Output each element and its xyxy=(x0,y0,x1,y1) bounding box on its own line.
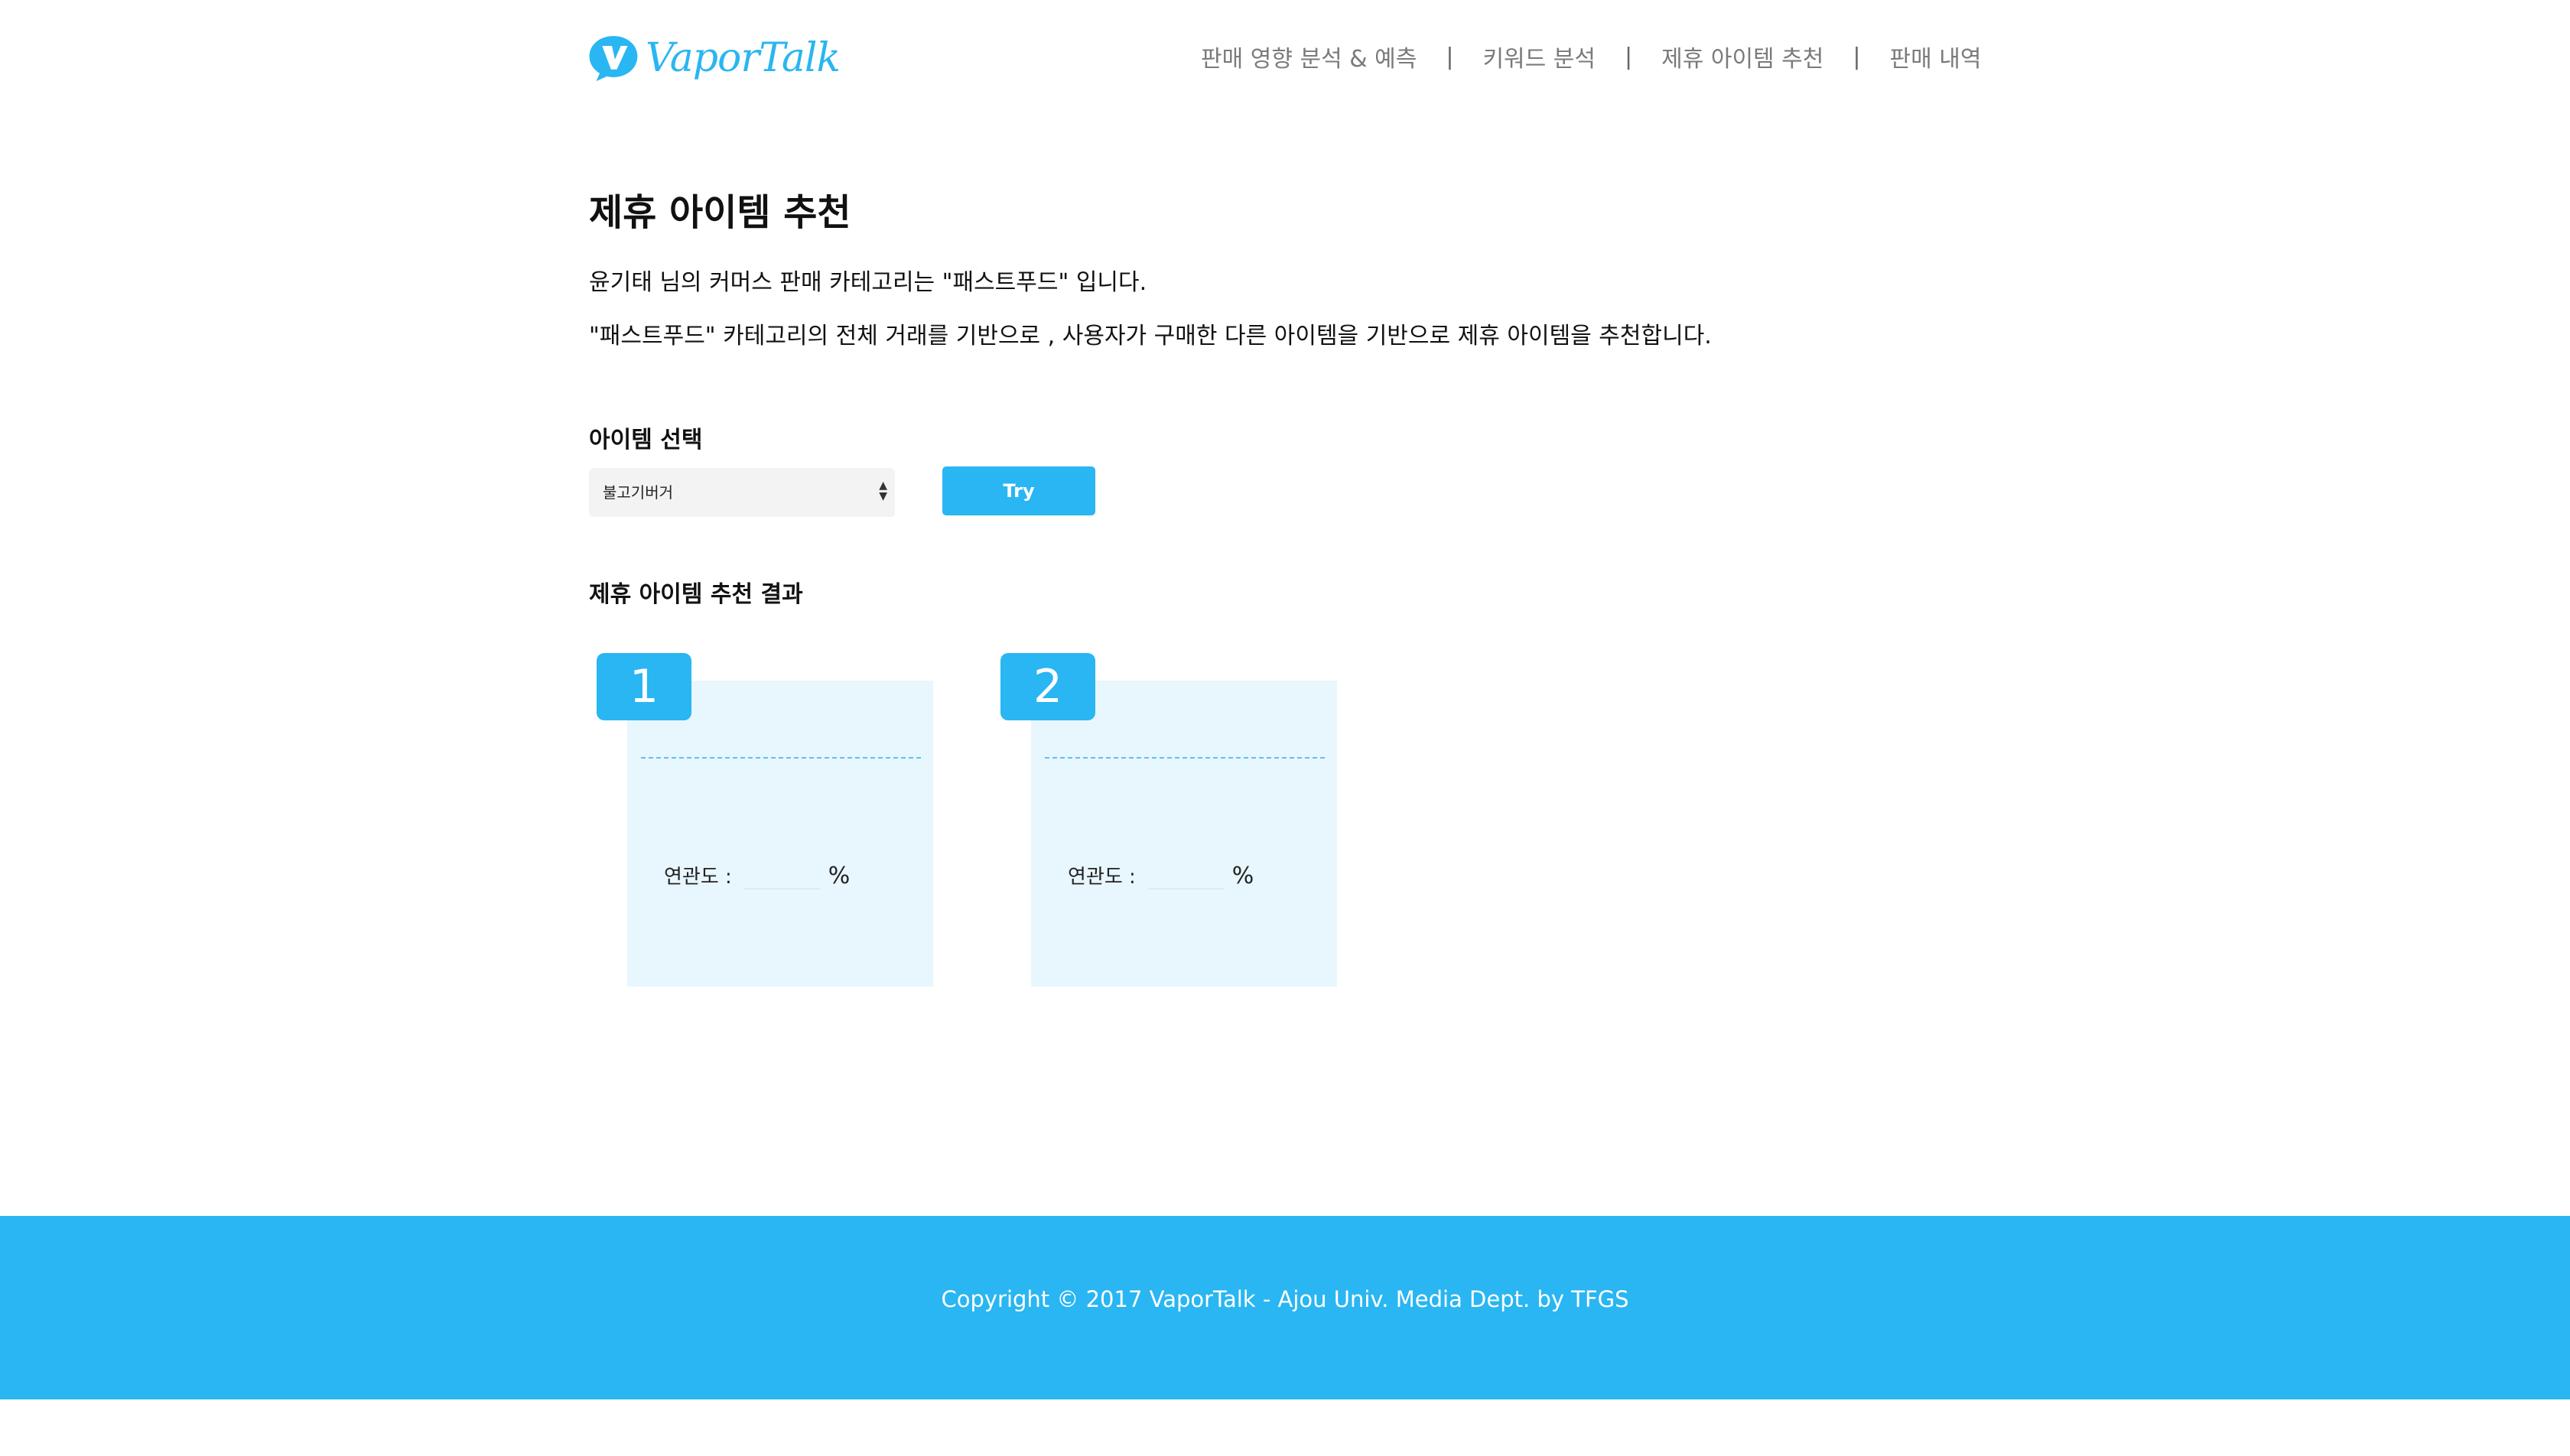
rank-badge: 2 xyxy=(1000,653,1095,720)
nav-separator: | xyxy=(1446,43,1454,70)
item-select-label: 아이템 선택 xyxy=(589,427,703,453)
relevance-unit: % xyxy=(828,863,851,889)
relevance-value xyxy=(1147,866,1225,889)
try-button[interactable]: Try xyxy=(942,466,1095,515)
page: VaporTalk 판매 영향 분석 & 예측 | 키워드 분석 | 제휴 아이… xyxy=(0,0,2570,1456)
relevance-label: 연관도 : xyxy=(1068,866,1136,889)
nav-separator: | xyxy=(1853,43,1861,70)
item-select[interactable]: 불고기버거 ▲ ▼ xyxy=(589,468,895,517)
result-card-body: 연관도 : % xyxy=(1031,681,1337,986)
nav-item-sales-history[interactable]: 판매 내역 xyxy=(1890,40,1982,73)
results-label: 제휴 아이템 추천 결과 xyxy=(589,581,803,608)
relevance-row: 연관도 : % xyxy=(664,861,850,889)
logo[interactable]: VaporTalk xyxy=(587,20,841,96)
main-nav: 판매 영향 분석 & 예측 | 키워드 분석 | 제휴 아이템 추천 | 판매 … xyxy=(1201,40,1981,73)
result-card: 연관도 : % 2 xyxy=(993,653,1337,986)
relevance-row: 연관도 : % xyxy=(1068,861,1254,889)
category-description: 윤기태 님의 커머스 판매 카테고리는 "패스트푸드" 입니다. xyxy=(589,269,1147,296)
relevance-label: 연관도 : xyxy=(664,866,732,889)
logo-icon xyxy=(589,36,638,82)
page-title: 제휴 아이템 추천 xyxy=(589,191,851,234)
recommendation-description: "패스트푸드" 카테고리의 전체 거래를 기반으로 , 사용자가 구매한 다른 … xyxy=(589,323,1712,349)
nav-item-keyword-analysis[interactable]: 키워드 분석 xyxy=(1482,40,1596,73)
nav-separator: | xyxy=(1625,43,1633,70)
relevance-unit: % xyxy=(1231,863,1254,889)
card-divider xyxy=(641,757,921,759)
footer: Copyright © 2017 VaporTalk - Ajou Univ. … xyxy=(0,1216,2570,1399)
select-arrows-icon: ▲ ▼ xyxy=(879,479,887,502)
rank-badge: 1 xyxy=(597,653,691,720)
result-card: 연관도 : % 1 xyxy=(589,653,933,986)
nav-item-sales-analysis[interactable]: 판매 영향 분석 & 예측 xyxy=(1201,40,1417,73)
header: VaporTalk 판매 영향 분석 & 예측 | 키워드 분석 | 제휴 아이… xyxy=(0,0,2570,115)
copyright-text: Copyright © 2017 VaporTalk - Ajou Univ. … xyxy=(941,1286,1629,1312)
relevance-value xyxy=(743,866,821,889)
nav-item-partner-recommendation[interactable]: 제휴 아이템 추천 xyxy=(1661,40,1823,73)
result-card-body: 연관도 : % xyxy=(627,681,933,986)
logo-text: VaporTalk xyxy=(645,35,841,81)
item-select-value: 불고기버거 xyxy=(603,483,673,502)
card-divider xyxy=(1045,757,1325,759)
